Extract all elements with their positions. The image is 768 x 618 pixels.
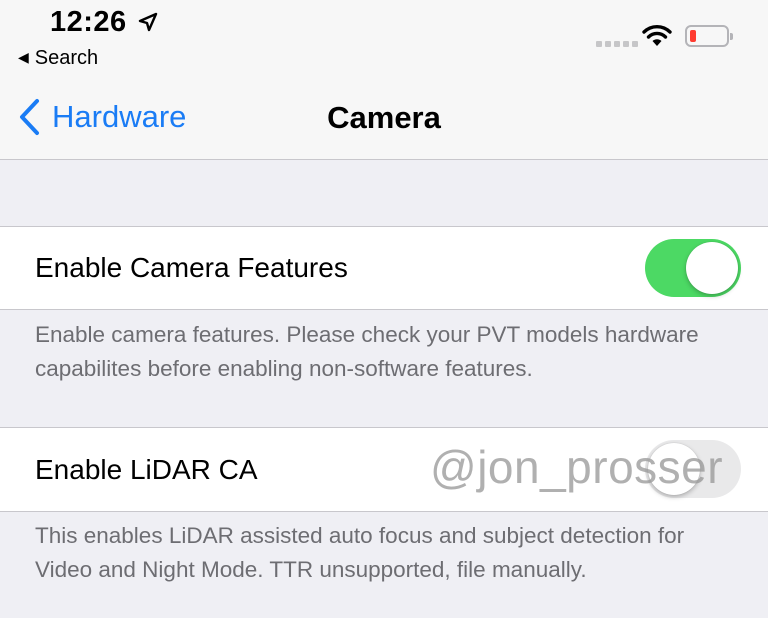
back-triangle-icon: ◀ [18, 49, 29, 65]
back-to-app[interactable]: ◀ Search [18, 47, 98, 70]
watermark: @jon_prosser [430, 441, 724, 493]
wifi-icon [642, 25, 672, 46]
cell-signal-icon [596, 41, 638, 47]
status-bar: 12:26 ◀ Search [0, 0, 768, 80]
location-arrow-icon [138, 12, 158, 32]
camera-features-label: Enable Camera Features [35, 252, 348, 283]
navigation-bar: Hardware Camera [0, 80, 768, 160]
battery-level [690, 30, 696, 42]
lidar-ca-label: Enable LiDAR CA [35, 454, 258, 485]
camera-features-footer: Enable camera features. Please check you… [35, 322, 699, 381]
toggle-knob [686, 242, 738, 294]
back-app-label: Search [34, 47, 99, 69]
lidar-ca-footer: This enables LiDAR assisted auto focus a… [35, 523, 685, 582]
camera-features-row: Enable Camera Features [0, 226, 768, 310]
battery-low-icon [685, 25, 733, 47]
camera-features-toggle[interactable] [645, 239, 741, 297]
page-title: Camera [327, 100, 441, 135]
status-time: 12:26 [50, 6, 127, 38]
